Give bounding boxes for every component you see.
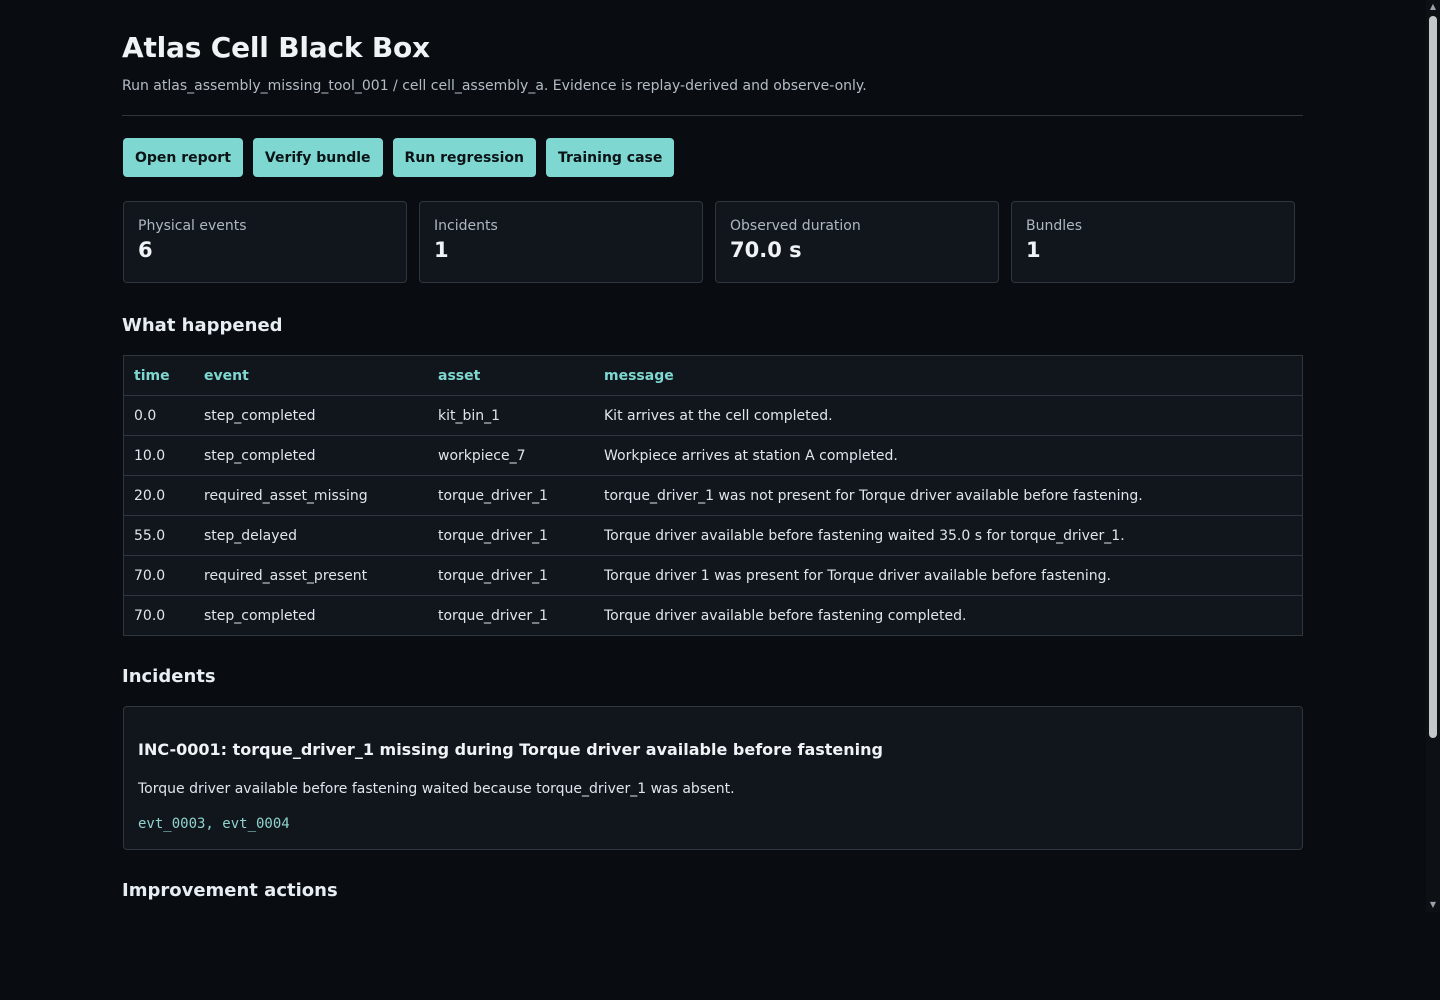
cell-time: 10.0 <box>123 435 194 476</box>
table-row[interactable]: 10.0 step_completed workpiece_7 Workpiec… <box>123 435 1303 476</box>
action-bar: Open report Verify bundle Run regression… <box>123 138 675 177</box>
what-happened-heading: What happened <box>122 315 283 336</box>
triangle-up-icon[interactable]: ▲ <box>1426 0 1440 14</box>
stat-value: 1 <box>1026 238 1041 262</box>
cell-asset: torque_driver_1 <box>428 555 594 596</box>
open-report-button[interactable]: Open report <box>123 138 243 177</box>
stat-value: 1 <box>434 238 449 262</box>
stat-label: Physical events <box>138 218 247 234</box>
cell-event: step_delayed <box>194 515 428 556</box>
cell-message: Kit arrives at the cell completed. <box>594 395 1303 436</box>
cell-time: 55.0 <box>123 515 194 556</box>
table-header-row: time event asset message <box>123 355 1303 396</box>
table-row[interactable]: 20.0 required_asset_missing torque_drive… <box>123 475 1303 516</box>
incident-card: INC-0001: torque_driver_1 missing during… <box>123 706 1303 850</box>
incidents-heading: Incidents <box>122 666 216 687</box>
cell-asset: kit_bin_1 <box>428 395 594 436</box>
stat-card-bundles: Bundles 1 <box>1011 201 1295 283</box>
summary-stats: Physical events 6 Incidents 1 Observed d… <box>123 201 1295 283</box>
stat-card-incidents: Incidents 1 <box>419 201 703 283</box>
header-divider <box>122 115 1303 116</box>
incident-evidence-refs: evt_0003, evt_0004 <box>138 816 290 832</box>
run-regression-button[interactable]: Run regression <box>392 138 537 177</box>
cell-event: step_completed <box>204 607 316 624</box>
cell-asset: torque_driver_1 <box>438 607 549 624</box>
verify-bundle-button[interactable]: Verify bundle <box>252 138 383 177</box>
cell-message: Torque driver 1 was present for Torque d… <box>594 555 1303 596</box>
cell-time: 70.0 <box>123 555 194 596</box>
incident-title: INC-0001: torque_driver_1 missing during… <box>138 740 883 759</box>
improvement-actions-heading: Improvement actions <box>122 880 338 901</box>
cell-time: 70.0 <box>134 607 166 624</box>
cell-message: torque_driver_1 was not present for Torq… <box>594 475 1303 516</box>
stat-card-physical-events: Physical events 6 <box>123 201 407 283</box>
cell-asset: workpiece_7 <box>428 435 594 476</box>
table-row[interactable]: 0.0 step_completed kit_bin_1 Kit arrives… <box>123 395 1303 436</box>
cell-time: 20.0 <box>123 475 194 516</box>
stat-value: 6 <box>138 238 153 262</box>
cell-message: Workpiece arrives at station A completed… <box>594 435 1303 476</box>
scrollbar-thumb[interactable] <box>1429 16 1437 738</box>
column-header-asset[interactable]: asset <box>428 355 594 396</box>
cell-event: required_asset_missing <box>194 475 428 516</box>
column-header-time[interactable]: time <box>123 355 194 396</box>
stat-card-observed-duration: Observed duration 70.0 s <box>715 201 999 283</box>
column-header-message[interactable]: message <box>594 355 1303 396</box>
training-case-button[interactable]: Training case <box>546 138 675 177</box>
cell-message: Torque driver available before fastening… <box>594 515 1303 556</box>
cell-event: step_completed <box>194 435 428 476</box>
triangle-down-icon[interactable]: ▼ <box>1426 898 1440 912</box>
table-row[interactable]: 70.0 required_asset_present torque_drive… <box>123 555 1303 596</box>
stat-label: Observed duration <box>730 218 861 234</box>
event-timeline-table: time event asset message 0.0 step_comple… <box>123 355 1303 636</box>
stat-label: Incidents <box>434 218 498 234</box>
cell-event: step_completed <box>194 395 428 436</box>
vertical-scrollbar[interactable]: ▲ ▼ <box>1426 0 1440 912</box>
cell-event: required_asset_present <box>194 555 428 596</box>
cell-asset: torque_driver_1 <box>428 515 594 556</box>
page-title: Atlas Cell Black Box <box>122 31 430 64</box>
cell-message: Torque driver available before fastening… <box>604 607 967 624</box>
cell-asset: torque_driver_1 <box>428 475 594 516</box>
viewport: Atlas Cell Black Box Run atlas_assembly_… <box>0 0 1440 1000</box>
cell-time: 0.0 <box>123 395 194 436</box>
stat-label: Bundles <box>1026 218 1083 234</box>
column-header-event[interactable]: event <box>194 355 428 396</box>
table-row[interactable]: 55.0 step_delayed torque_driver_1 Torque… <box>123 515 1303 556</box>
table-row[interactable]: 70.0 step_completed torque_driver_1 Torq… <box>124 596 1303 636</box>
run-description: Run atlas_assembly_missing_tool_001 / ce… <box>122 78 867 94</box>
incident-description: Torque driver available before fastening… <box>138 781 735 797</box>
stat-value: 70.0 s <box>730 238 802 262</box>
